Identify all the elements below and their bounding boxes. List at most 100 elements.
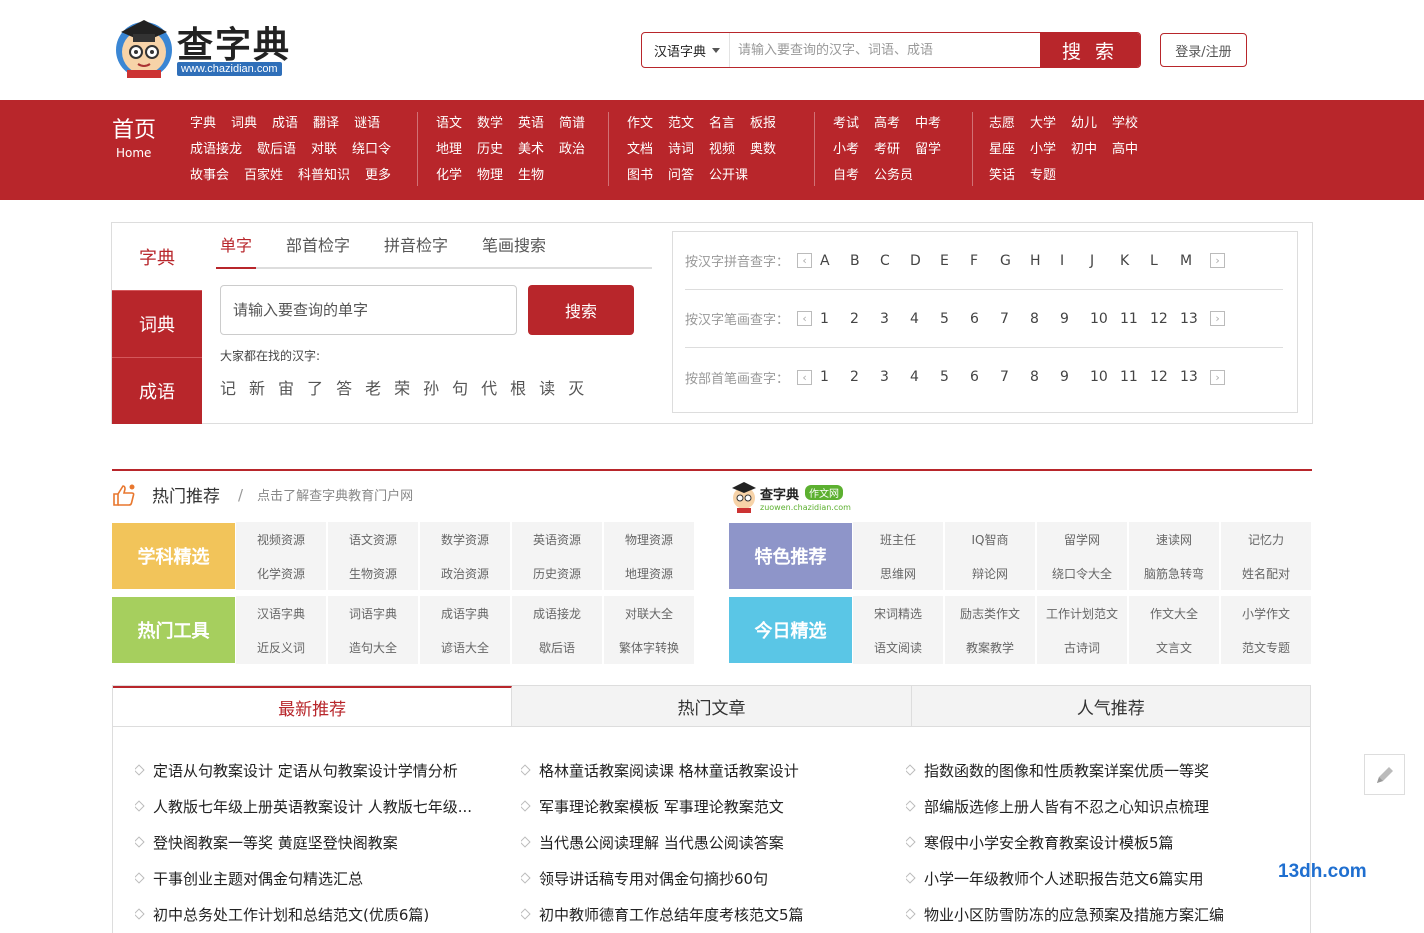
hot-char[interactable]: 答 (336, 375, 352, 399)
hot-char[interactable]: 根 (510, 375, 526, 399)
tab-popular[interactable]: 人气推荐 (911, 686, 1310, 726)
nav-link[interactable]: 生物 (518, 164, 544, 188)
category-link[interactable]: 宋词精选 (853, 596, 945, 630)
lookup-item[interactable]: 13 (1180, 369, 1210, 385)
chevron-right-icon[interactable]: › (1210, 311, 1226, 326)
category-link[interactable]: 词语字典 (328, 596, 420, 630)
nav-link[interactable]: 公务员 (874, 164, 913, 188)
nav-link[interactable]: 幼儿 (1071, 112, 1097, 136)
hot-char[interactable]: 句 (452, 375, 468, 399)
char-search-input[interactable] (220, 285, 517, 335)
nav-link[interactable]: 留学 (915, 138, 941, 162)
tab-pinyin[interactable]: 拼音检字 (380, 235, 452, 269)
nav-link[interactable]: 志愿 (989, 112, 1015, 136)
lookup-item[interactable]: D (910, 253, 940, 269)
lookup-item[interactable]: 13 (1180, 311, 1210, 327)
tab-hot-articles[interactable]: 热门文章 (512, 686, 912, 726)
lookup-item[interactable]: 11 (1120, 311, 1150, 327)
lookup-item[interactable]: 2 (850, 311, 880, 327)
nav-link[interactable]: 物理 (477, 164, 503, 188)
category-link[interactable]: 化学资源 (236, 556, 328, 590)
nav-link[interactable]: 小学 (1030, 138, 1056, 162)
nav-link[interactable]: 小考 (833, 138, 859, 162)
nav-link[interactable]: 高中 (1112, 138, 1138, 162)
news-item[interactable]: 当代愚公阅读理解 当代愚公阅读答案 (521, 824, 891, 860)
lookup-item[interactable]: 5 (940, 369, 970, 385)
nav-link[interactable]: 绕口令 (352, 138, 391, 162)
category-link[interactable]: 物理资源 (604, 522, 696, 556)
top-search-button[interactable]: 搜 索 (1040, 33, 1140, 67)
chevron-right-icon[interactable]: › (1210, 369, 1226, 385)
lookup-item[interactable]: 7 (1000, 311, 1030, 327)
lookup-item[interactable]: 2 (850, 369, 880, 385)
lookup-item[interactable]: J (1090, 253, 1120, 269)
lookup-item[interactable]: 4 (910, 369, 940, 385)
category-link[interactable]: 教案教学 (945, 630, 1037, 664)
side-tab-cidian[interactable]: 词典 (112, 290, 202, 357)
site-logo[interactable]: 查字典 www.chazidian.com (113, 12, 303, 82)
edit-float-button[interactable] (1364, 754, 1405, 795)
hot-char[interactable]: 荣 (394, 375, 410, 399)
nav-link[interactable]: 诗词 (668, 138, 694, 162)
category-block[interactable]: 今日精选 (729, 597, 852, 663)
category-link[interactable]: 地理资源 (604, 556, 696, 590)
category-link[interactable]: 繁体字转换 (604, 630, 696, 664)
category-block[interactable]: 热门工具 (112, 597, 235, 663)
category-link[interactable]: 绕口令大全 (1037, 556, 1129, 590)
category-link[interactable]: 古诗词 (1037, 630, 1129, 664)
category-block[interactable]: 学科精选 (112, 523, 235, 589)
category-link[interactable]: 英语资源 (512, 522, 604, 556)
category-link[interactable]: 班主任 (853, 522, 945, 556)
category-block[interactable]: 特色推荐 (729, 523, 852, 589)
nav-link[interactable]: 笑话 (989, 164, 1015, 188)
news-item[interactable]: 干事创业主题对偶金句精选汇总 (135, 860, 505, 896)
category-link[interactable]: 成语接龙 (512, 596, 604, 630)
nav-link[interactable]: 简谱 (559, 112, 585, 136)
chevron-left-icon[interactable]: ‹ (797, 253, 813, 268)
hot-char[interactable]: 灭 (568, 375, 584, 399)
news-item[interactable]: 初中教师德育工作总结年度考核范文5篇 (521, 896, 891, 932)
tab-bushou[interactable]: 部首检字 (282, 235, 354, 269)
news-item[interactable]: 初中总务处工作计划和总结范文(优质6篇) (135, 896, 505, 932)
category-link[interactable]: 对联大全 (604, 596, 696, 630)
side-tab-chengyu[interactable]: 成语 (112, 357, 202, 424)
nav-link[interactable]: 科普知识 (298, 164, 350, 188)
lookup-item[interactable]: H (1030, 253, 1060, 269)
nav-link[interactable]: 翻译 (313, 112, 339, 136)
category-link[interactable]: 汉语字典 (236, 596, 328, 630)
category-link[interactable]: 留学网 (1037, 522, 1129, 556)
nav-link[interactable]: 考研 (874, 138, 900, 162)
char-search-button[interactable]: 搜索 (528, 285, 634, 335)
top-search-input[interactable] (730, 33, 1040, 67)
lookup-item[interactable]: 3 (880, 311, 910, 327)
lookup-item[interactable]: 8 (1030, 311, 1060, 327)
lookup-item[interactable]: F (970, 253, 1000, 269)
hot-char[interactable]: 老 (365, 375, 381, 399)
nav-link[interactable]: 高考 (874, 112, 900, 136)
hot-char[interactable]: 孙 (423, 375, 439, 399)
category-link[interactable]: 歇后语 (512, 630, 604, 664)
nav-link[interactable]: 成语接龙 (190, 138, 242, 162)
nav-link[interactable]: 中考 (915, 112, 941, 136)
nav-link[interactable]: 语文 (436, 112, 462, 136)
tab-bihua[interactable]: 笔画搜索 (478, 235, 550, 269)
nav-link[interactable]: 英语 (518, 112, 544, 136)
news-item[interactable]: 物业小区防雪防冻的应急预案及措施方案汇编 (906, 896, 1276, 932)
nav-link[interactable]: 政治 (559, 138, 585, 162)
category-link[interactable]: 记忆力 (1221, 522, 1313, 556)
lookup-item[interactable]: E (940, 253, 970, 269)
category-link[interactable]: 历史资源 (512, 556, 604, 590)
nav-link[interactable]: 更多 (365, 164, 391, 188)
lookup-item[interactable]: 10 (1090, 369, 1120, 385)
news-item[interactable]: 小学一年级教师个人述职报告范文6篇实用 (906, 860, 1276, 896)
lookup-item[interactable]: 1 (820, 311, 850, 327)
tab-danzi[interactable]: 单字 (216, 235, 257, 269)
lookup-item[interactable]: 1 (820, 369, 850, 385)
lookup-item[interactable]: 5 (940, 311, 970, 327)
category-link[interactable]: 工作计划范文 (1037, 596, 1129, 630)
news-item[interactable]: 领导讲话稿专用对偶金句摘抄60句 (521, 860, 891, 896)
search-type-select[interactable]: 汉语字典 (642, 33, 730, 67)
nav-link[interactable]: 公开课 (709, 164, 748, 188)
nav-link[interactable]: 图书 (627, 164, 653, 188)
news-item[interactable]: 指数函数的图像和性质教案详案优质一等奖 (906, 752, 1276, 788)
